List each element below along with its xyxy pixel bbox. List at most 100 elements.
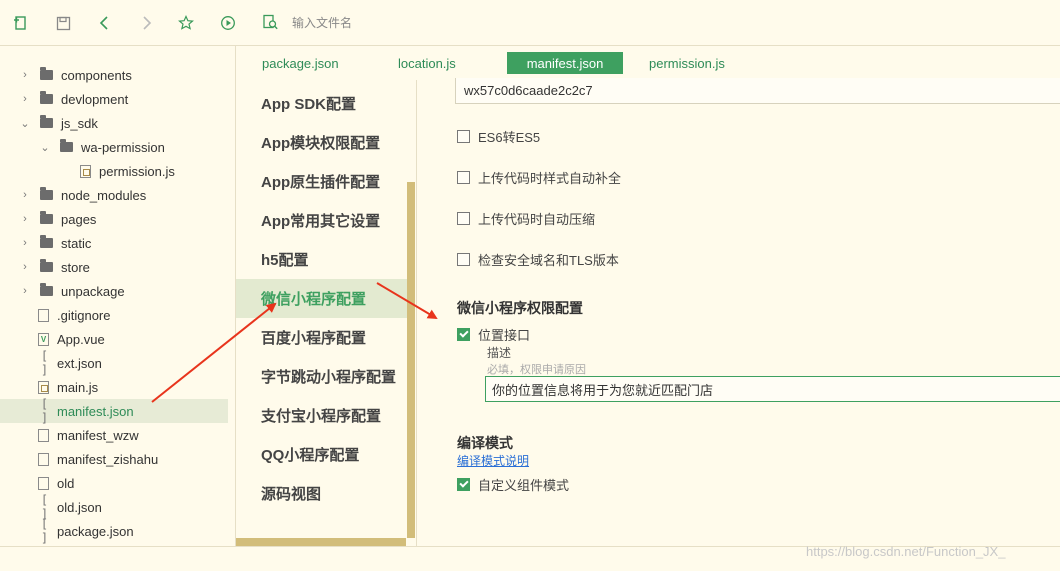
tree-item-permission-js[interactable]: permission.js [0, 159, 228, 183]
tree-item-devlopment[interactable]: › devlopment [0, 87, 228, 111]
file-search-icon [262, 14, 280, 32]
settings-nav-h5[interactable]: h5配置 [236, 240, 408, 279]
postcss-option[interactable]: 上传代码时样式自动补全 [457, 168, 621, 186]
settings-nav-scrollbar[interactable] [407, 182, 415, 538]
tree-item-js-sdk[interactable]: ⌄ js_sdk [0, 111, 228, 135]
custom-component-label: 自定义组件模式 [478, 477, 570, 493]
tree-item-pages[interactable]: › pages [0, 207, 228, 231]
js-file-icon [80, 164, 91, 178]
tree-item-label: old.json [57, 499, 102, 515]
tree-item-old[interactable]: old [0, 471, 228, 495]
save-icon[interactable] [54, 14, 72, 32]
settings-nav-source-view[interactable]: 源码视图 [236, 474, 408, 513]
minify-label: 上传代码时自动压缩 [478, 211, 596, 227]
folder-icon [40, 235, 53, 248]
settings-nav-app-plugins[interactable]: App原生插件配置 [236, 162, 408, 201]
settings-nav-app-sdk[interactable]: App SDK配置 [236, 84, 408, 123]
postcss-label: 上传代码时样式自动补全 [478, 170, 622, 186]
settings-nav: App SDK配置 App模块权限配置 App原生插件配置 App常用其它设置 … [236, 80, 416, 546]
settings-nav-app-other[interactable]: App常用其它设置 [236, 201, 408, 240]
tree-item-label: manifest.json [57, 403, 134, 419]
chevron-right-icon[interactable]: › [18, 188, 32, 202]
file-search-input[interactable] [292, 11, 712, 35]
tree-item-label: package.json [57, 523, 134, 539]
chevron-right-icon[interactable]: › [18, 68, 32, 82]
settings-nav-weixin[interactable]: 微信小程序配置 [236, 279, 408, 318]
file-tree: › components › devlopment ⌄ js_sdk ⌄ wa-perm… [0, 46, 236, 546]
file-icon [38, 452, 49, 466]
tree-item-label: components [61, 67, 132, 83]
tab-package-json[interactable]: package.json [254, 52, 366, 74]
tab-location-js[interactable]: location.js [390, 52, 490, 74]
settings-nav-toutiao[interactable]: 字节跳动小程序配置 [236, 357, 408, 396]
tree-item-gitignore[interactable]: .gitignore [0, 303, 228, 327]
settings-nav-app-modules[interactable]: App模块权限配置 [236, 123, 408, 162]
folder-icon [40, 115, 53, 128]
star-icon[interactable] [177, 14, 195, 32]
tree-item-main-js[interactable]: main.js [0, 375, 228, 399]
toolbar [0, 0, 1060, 46]
tree-item-old-json[interactable]: [ ] old.json [0, 493, 228, 521]
postcss-checkbox[interactable] [457, 170, 470, 184]
tree-item-store[interactable]: › store [0, 255, 228, 279]
compile-help-link[interactable]: 编译模式说明 [457, 452, 529, 469]
chevron-down-icon[interactable]: ⌄ [38, 140, 52, 154]
tree-item-node-modules[interactable]: › node_modules [0, 183, 228, 207]
chevron-down-icon[interactable]: ⌄ [18, 116, 32, 130]
settings-nav-hscrollbar[interactable] [236, 538, 406, 546]
urlcheck-option[interactable]: 检查安全域名和TLS版本 [457, 250, 619, 268]
tree-item-manifest-json[interactable]: [ ] manifest.json [0, 397, 228, 425]
tree-item-label: ext.json [57, 355, 102, 371]
tree-item-wa-permission[interactable]: ⌄ wa-permission [0, 135, 228, 159]
tree-item-label: old [57, 475, 75, 491]
tree-item-label: store [61, 259, 90, 275]
location-checkbox[interactable] [457, 327, 470, 341]
es6-checkbox[interactable] [457, 129, 470, 143]
chevron-right-icon[interactable]: › [18, 212, 32, 226]
tree-item-label: permission.js [99, 163, 175, 179]
chevron-right-icon[interactable]: › [18, 92, 32, 106]
tree-item-manifest-zishahu[interactable]: manifest_zishahu [0, 447, 228, 471]
tree-item-unpackage[interactable]: › unpackage [0, 279, 228, 303]
js-file-icon [38, 380, 49, 394]
chevron-right-icon[interactable]: › [18, 236, 32, 250]
appid-field[interactable]: wx57c0d6caade2c2c7 [455, 78, 1060, 104]
run-icon[interactable] [219, 14, 237, 32]
settings-nav-alipay[interactable]: 支付宝小程序配置 [236, 396, 408, 435]
tree-item-label: node_modules [61, 187, 147, 203]
desc-hint: 必填，权限申请原因 [487, 364, 586, 376]
tab-permission-js[interactable]: permission.js [641, 52, 751, 74]
watermark: https://blog.csdn.net/Function_JX_ [806, 544, 1006, 559]
new-file-icon[interactable] [12, 14, 30, 32]
location-option[interactable]: 位置接口 [457, 325, 530, 343]
settings-nav-qq[interactable]: QQ小程序配置 [236, 435, 408, 474]
minify-option[interactable]: 上传代码时自动压缩 [457, 209, 595, 227]
back-icon[interactable] [96, 14, 114, 32]
desc-input[interactable] [485, 376, 1060, 402]
chevron-right-icon[interactable]: › [18, 284, 32, 298]
es6-option[interactable]: ES6转ES5 [457, 127, 540, 145]
tree-item-label: wa-permission [81, 139, 165, 155]
tab-manifest-json[interactable]: manifest.json [507, 52, 623, 74]
tree-item-label: manifest_zishahu [57, 451, 159, 467]
custom-component-checkbox[interactable] [457, 477, 470, 491]
forward-icon[interactable] [137, 14, 155, 32]
folder-icon [60, 139, 73, 152]
custom-component-option[interactable]: 自定义组件模式 [457, 475, 569, 493]
tree-item-label: static [61, 235, 92, 251]
tree-item-package-json[interactable]: [ ] package.json [0, 517, 228, 545]
minify-checkbox[interactable] [457, 211, 470, 225]
tree-item-static[interactable]: › static [0, 231, 228, 255]
compile-section-title: 编译模式 [457, 435, 513, 451]
settings-nav-baidu[interactable]: 百度小程序配置 [236, 318, 408, 357]
tree-item-app-vue[interactable]: V App.vue [0, 327, 228, 351]
urlcheck-label: 检查安全域名和TLS版本 [478, 252, 619, 268]
folder-icon [40, 283, 53, 296]
urlcheck-checkbox[interactable] [457, 252, 470, 266]
tree-item-manifest-wzw[interactable]: manifest_wzw [0, 423, 228, 447]
tree-item-label: App.vue [57, 331, 105, 347]
folder-icon [40, 259, 53, 272]
tree-item-components[interactable]: › components [0, 63, 228, 87]
tree-item-ext-json[interactable]: [ ] ext.json [0, 349, 228, 377]
chevron-right-icon[interactable]: › [18, 260, 32, 274]
